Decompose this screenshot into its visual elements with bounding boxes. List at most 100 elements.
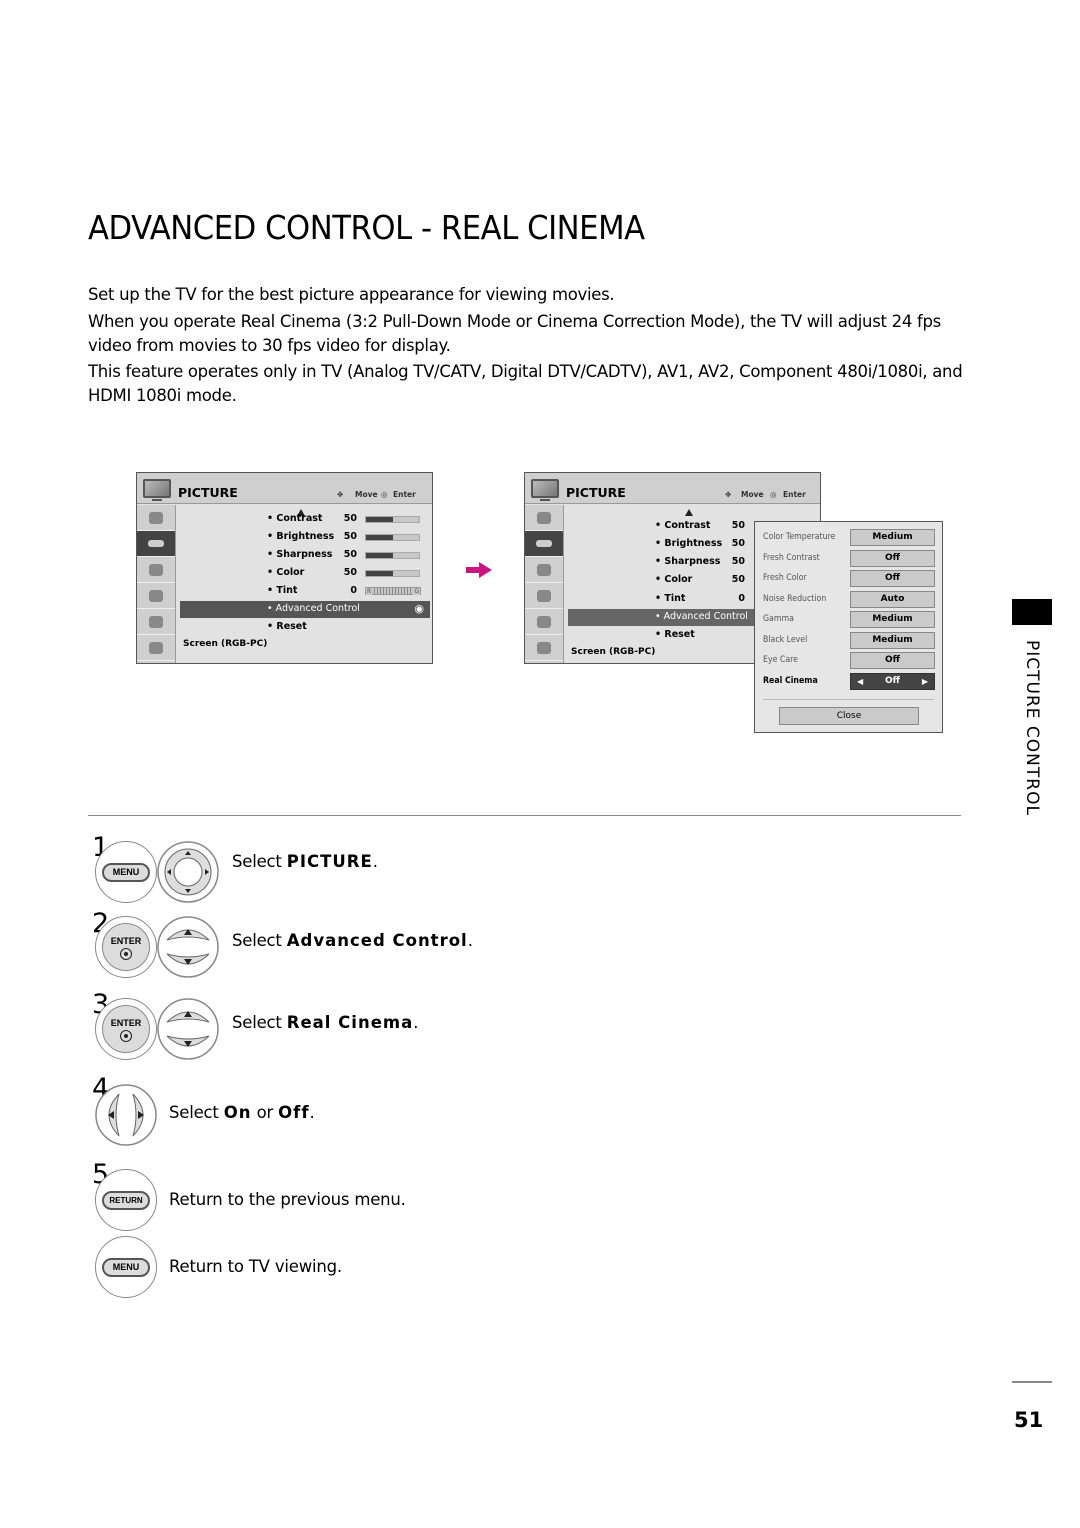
audio-icon[interactable]: [525, 557, 563, 583]
menu-item-color[interactable]: • Color: [267, 567, 304, 578]
menu-item-reset[interactable]: • Reset: [655, 629, 695, 640]
popup-value[interactable]: Medium: [850, 611, 935, 628]
menu-item-reset[interactable]: • Reset: [267, 621, 307, 632]
menu-button-circle: MENU: [95, 841, 157, 903]
divider: [1012, 1381, 1052, 1383]
move-hint: Move: [741, 490, 764, 499]
time-icon[interactable]: [137, 583, 175, 609]
popup-label: Color Temperature: [763, 532, 836, 542]
intro-paragraph: Set up the TV for the best picture appea…: [88, 285, 615, 304]
return-tv-viewing-text: Return to TV viewing.: [169, 1257, 342, 1276]
popup-row-fresh-contrast[interactable]: Fresh Contrast Off: [763, 550, 939, 567]
popup-value: Off: [885, 676, 900, 686]
tint-green-label: G: [413, 588, 420, 595]
audio-icon[interactable]: [137, 557, 175, 583]
popup-value[interactable]: Off: [850, 652, 935, 669]
scroll-up-icon[interactable]: [685, 509, 693, 516]
supported-modes-note: This feature operates only in TV (Analog…: [88, 362, 963, 405]
screen-rgb-pc[interactable]: Screen (RGB-PC): [183, 639, 267, 649]
popup-row-gamma[interactable]: Gamma Medium: [763, 611, 939, 628]
tv-icon: [143, 479, 171, 501]
color-slider[interactable]: [365, 570, 420, 577]
real-cinema-selector[interactable]: ◀ Off ▶: [850, 673, 935, 690]
tint-slider[interactable]: R G: [365, 587, 421, 595]
popup-row-black-level[interactable]: Black Level Medium: [763, 632, 939, 649]
menu-item-sharpness[interactable]: • Sharpness: [267, 549, 332, 560]
enter-button-circle: ENTER: [95, 916, 157, 978]
popup-value[interactable]: Off: [850, 570, 935, 587]
menu-sidebar: [525, 505, 564, 663]
menu-header: PICTURE ✥ Move ◎ Enter: [525, 473, 820, 504]
popup-label: Black Level: [763, 635, 808, 645]
lock-icon[interactable]: [137, 635, 175, 661]
popup-label: Fresh Color: [763, 573, 807, 583]
menu-button[interactable]: MENU: [102, 863, 150, 882]
menu-title: PICTURE: [178, 485, 238, 500]
left-right-buttons-icon[interactable]: [95, 1084, 157, 1146]
arrow-right-icon[interactable]: ▶: [922, 674, 928, 689]
popup-row-real-cinema[interactable]: Real Cinema ◀ Off ▶: [763, 673, 939, 690]
screen-rgb-pc[interactable]: Screen (RGB-PC): [571, 647, 655, 657]
navigation-pad-icon[interactable]: [157, 841, 219, 903]
step-1-text: Select PICTURE.: [232, 852, 378, 871]
enter-button[interactable]: ENTER: [102, 923, 150, 971]
time-icon[interactable]: [525, 583, 563, 609]
menu-button[interactable]: MENU: [102, 1258, 150, 1277]
menu-item-brightness[interactable]: • Brightness: [267, 531, 334, 542]
popup-value[interactable]: Medium: [850, 632, 935, 649]
popup-row-noise-reduction[interactable]: Noise Reduction Auto: [763, 591, 939, 608]
popup-row-color-temperature[interactable]: Color Temperature Medium: [763, 529, 939, 546]
arrow-left-icon[interactable]: ◀: [857, 674, 863, 689]
popup-value[interactable]: Auto: [850, 591, 935, 608]
contrast-value: 50: [731, 520, 745, 531]
popup-value[interactable]: Medium: [850, 529, 935, 546]
picture-icon[interactable]: [525, 531, 563, 557]
option-icon[interactable]: [525, 609, 563, 635]
popup-value[interactable]: Off: [850, 550, 935, 567]
enter-icon: ◎: [381, 490, 388, 499]
menu-header: PICTURE ✥ Move ◎ Enter: [137, 473, 432, 504]
picture-icon[interactable]: [137, 531, 175, 557]
close-button[interactable]: Close: [779, 707, 919, 725]
up-down-buttons-icon[interactable]: [157, 916, 219, 978]
menu-item-contrast[interactable]: • Contrast: [655, 520, 710, 531]
menu-sidebar: [137, 505, 176, 663]
return-button-circle: RETURN: [95, 1169, 157, 1231]
move-icon: ✥: [337, 490, 344, 499]
enter-hint: Enter: [783, 490, 806, 499]
color-value: 50: [731, 574, 745, 585]
advanced-control-highlight[interactable]: • Advanced Control ◉: [180, 601, 430, 618]
setup-icon[interactable]: [137, 505, 175, 531]
menu-item-contrast[interactable]: • Contrast: [267, 513, 322, 524]
menu-item-advanced-control[interactable]: • Advanced Control: [655, 611, 748, 622]
option-icon[interactable]: [137, 609, 175, 635]
move-hint: Move: [355, 490, 378, 499]
popup-row-eye-care[interactable]: Eye Care Off: [763, 652, 939, 669]
menu-item-tint[interactable]: • Tint: [267, 585, 297, 596]
enter-icon: ◎: [770, 490, 777, 499]
menu-item-tint[interactable]: • Tint: [655, 593, 685, 604]
menu-item-advanced-control[interactable]: • Advanced Control: [267, 603, 360, 614]
menu-item-brightness[interactable]: • Brightness: [655, 538, 722, 549]
enter-button[interactable]: ENTER: [102, 1005, 150, 1053]
contrast-slider[interactable]: [365, 516, 420, 523]
popup-row-fresh-color[interactable]: Fresh Color Off: [763, 570, 939, 587]
menu-item-sharpness[interactable]: • Sharpness: [655, 556, 720, 567]
arrow-right-icon: [466, 562, 492, 578]
return-button[interactable]: RETURN: [102, 1191, 150, 1210]
step-4-text: Select On or Off.: [169, 1103, 315, 1122]
section-label: PICTURE CONTROL: [1022, 640, 1042, 816]
color-value: 50: [343, 567, 357, 578]
popup-label: Fresh Contrast: [763, 553, 820, 563]
tint-red-label: R: [366, 588, 373, 595]
menu-item-color[interactable]: • Color: [655, 574, 692, 585]
lock-icon[interactable]: [525, 635, 563, 661]
brightness-slider[interactable]: [365, 534, 420, 541]
advanced-control-highlight[interactable]: • Advanced Control: [568, 609, 758, 626]
advanced-control-popup: Color Temperature Medium Fresh Contrast …: [754, 521, 943, 733]
setup-icon[interactable]: [525, 505, 563, 531]
enter-icon: ◉: [414, 602, 424, 615]
up-down-buttons-icon[interactable]: [157, 998, 219, 1060]
popup-label: Real Cinema: [763, 676, 818, 686]
sharpness-slider[interactable]: [365, 552, 420, 559]
